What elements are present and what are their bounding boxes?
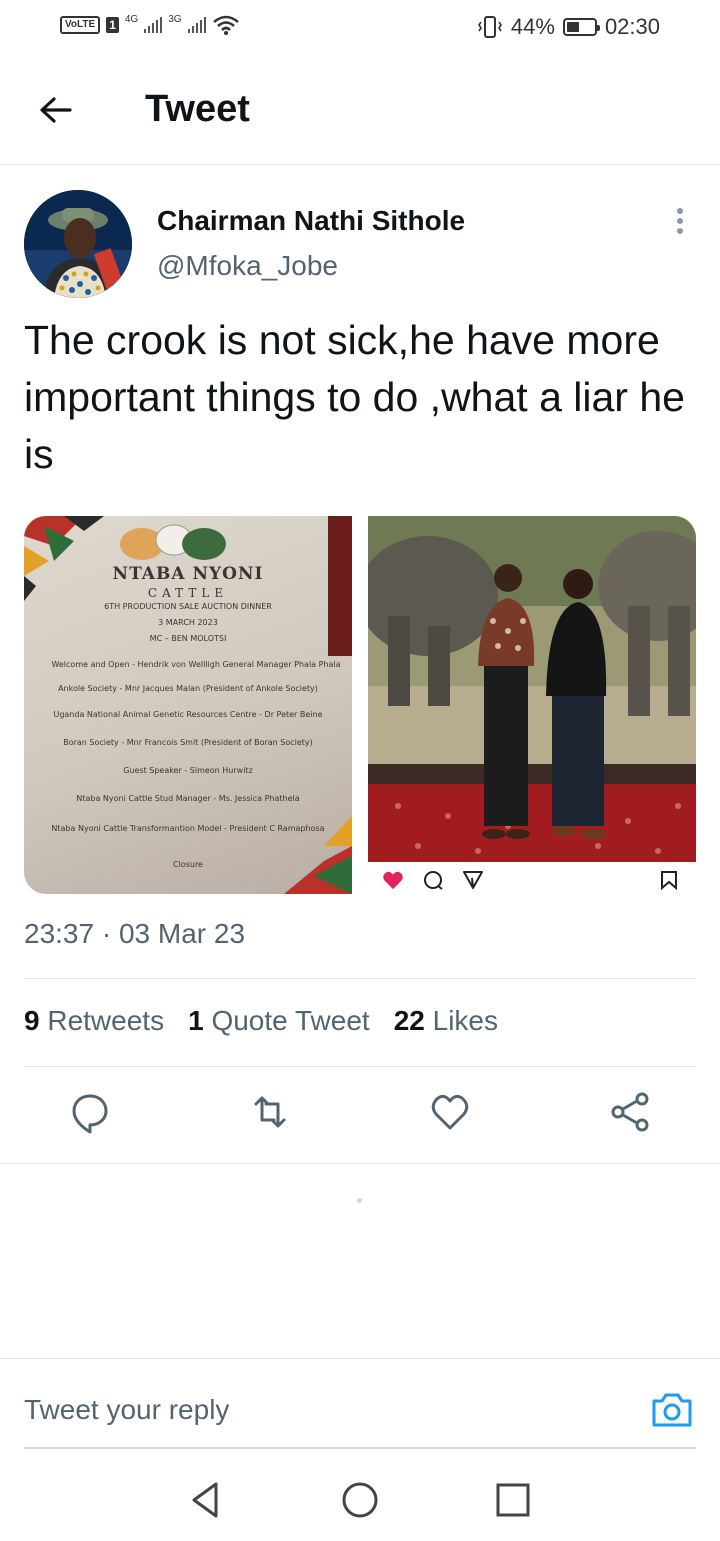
menu-line: Boran Society - Mnr Francois Smit (Presi… [63,738,313,747]
tweet-media[interactable]: NTABA NYONI CATTLE 6TH PRODUCTION SALE A… [24,516,696,894]
sim-badge: 1 [106,17,119,33]
tweet-text: The crook is not sick,he have more impor… [24,317,685,477]
signal-icon [144,17,163,33]
network-type-2: 3G [168,13,182,25]
retweets-count: 9 [24,1005,40,1036]
menu-line: Closure [173,860,203,869]
likes-count: 22 [393,1005,425,1036]
share-icon[interactable] [608,1090,652,1134]
camera-icon[interactable] [650,1389,694,1429]
back-arrow-icon[interactable] [36,90,76,130]
retweets-label: Retweets [47,1005,165,1036]
quote-tweets-count: 1 [188,1005,204,1036]
menu-line: Ntaba Nyoni Cattle Transformantion Model… [51,824,325,833]
nav-home-icon[interactable] [340,1480,380,1520]
status-bar: VoLTE 1 4G 3G 44% 02:30 [0,0,720,56]
tweet-actions [0,1090,720,1140]
menu-subtitle: CATTLE [147,586,229,600]
likes-label: Likes [432,1005,499,1036]
divider [24,1066,696,1067]
quote-tweets-stat[interactable]: 1 Quote Tweet [188,1005,370,1037]
menu-line: 3 MARCH 2023 [158,618,218,627]
quote-tweets-label: Quote Tweet [211,1005,370,1036]
media-image-menu[interactable]: NTABA NYONI CATTLE 6TH PRODUCTION SALE A… [24,516,352,894]
retweets-stat[interactable]: 9 Retweets [24,1005,164,1037]
avatar[interactable] [24,190,132,298]
reply-underline [24,1447,696,1449]
more-options-icon[interactable] [672,208,688,238]
tweet-stats: 9 Retweets 1 Quote Tweet 22 Likes [24,1005,498,1037]
system-navigation-bar [0,1460,720,1541]
menu-line: Ankole Society - Mnr Jacques Malan (Pres… [58,684,318,693]
network-type-1: 4G [124,13,139,25]
battery-icon [562,18,600,36]
send-icon [463,871,483,889]
battery-percent: 44% [510,14,555,39]
heart-filled-icon [383,871,403,890]
volte-badge: VoLTE [60,16,101,34]
menu-line: Uganda National Animal Genetic Resources… [53,710,323,719]
media-image-photo[interactable] [358,516,696,894]
tweet-timestamp: 23:37 · 03 Mar 23 [24,918,246,949]
reply-icon[interactable] [68,1090,112,1134]
page-title: Tweet [145,88,250,130]
like-icon[interactable] [428,1090,472,1134]
menu-line: Welcome and Open - Hendrik von Wellligh … [51,660,341,669]
top-app-bar: Tweet [0,60,720,165]
wifi-icon [212,15,239,35]
signal-icon-2 [187,17,206,33]
author-handle[interactable]: @Mfoka_Jobe [157,250,338,282]
vibrate-icon [477,16,502,38]
retweet-icon[interactable] [248,1090,292,1134]
loading-dot [357,1198,362,1203]
reply-input[interactable]: Tweet your reply [24,1394,229,1426]
status-right: 44% 02:30 [477,14,660,40]
comment-icon [424,871,443,890]
author-name[interactable]: Chairman Nathi Sithole [157,205,465,237]
clock: 02:30 [604,14,660,39]
likes-stat[interactable]: 22 Likes [394,1005,498,1037]
menu-document: NTABA NYONI CATTLE 6TH PRODUCTION SALE A… [24,516,352,894]
nav-recents-icon[interactable] [493,1480,533,1520]
menu-line: Guest Speaker - Simeon Hurwitz [123,766,253,775]
menu-title: NTABA NYONI [112,564,264,584]
divider [0,1163,720,1164]
menu-line: MC – BEN MOLOTSI [149,634,227,643]
bookmark-icon [661,871,677,890]
status-left: VoLTE 1 4G 3G [60,14,240,36]
menu-line: 6TH PRODUCTION SALE AUCTION DINNER [104,602,272,611]
divider [24,978,696,979]
reply-composer: Tweet your reply [0,1358,720,1449]
instagram-action-strip [368,862,696,894]
menu-line: Ntaba Nyoni Cattle Stud Manager - Ms. Je… [76,794,300,803]
nav-back-icon[interactable] [186,1480,226,1520]
